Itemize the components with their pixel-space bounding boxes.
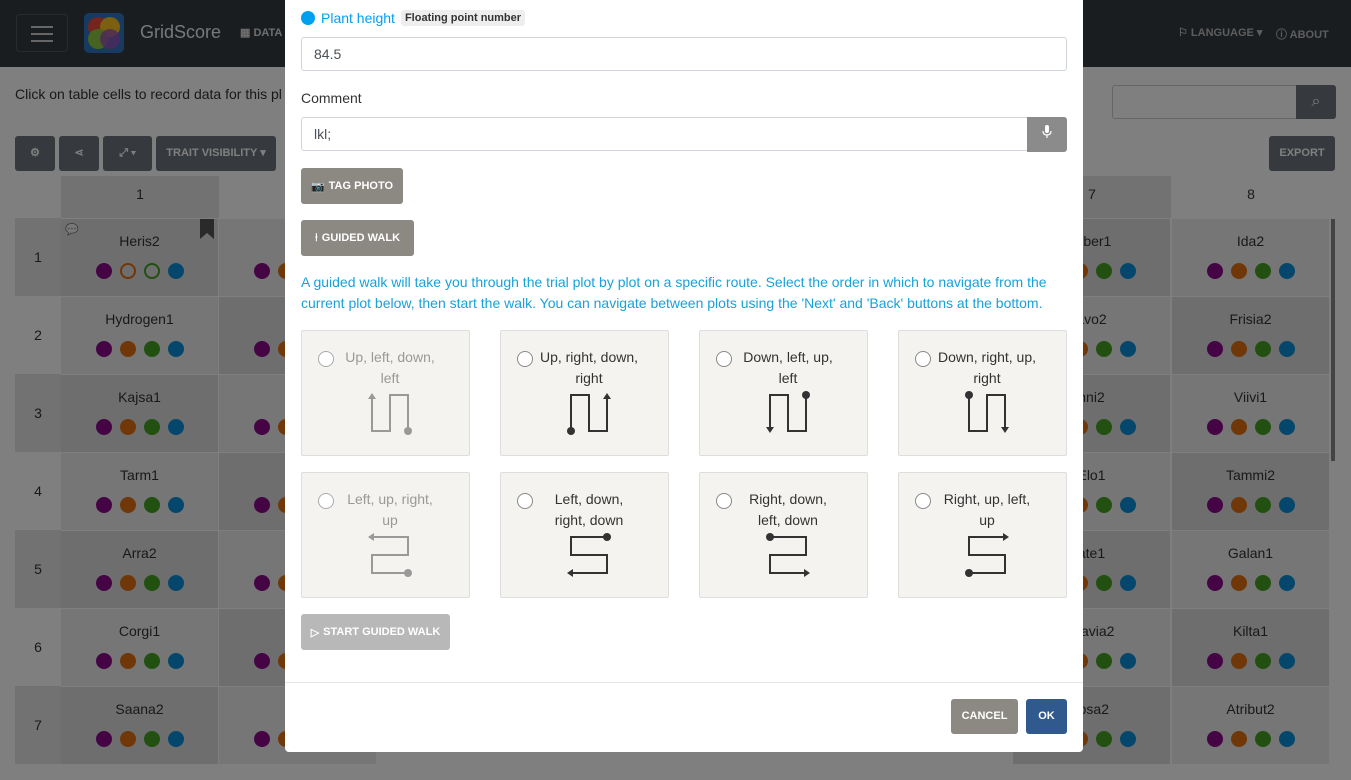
up-left-down-left-icon [368, 393, 412, 435]
data-entry-modal: Plant height Floating point number 84.5 … [285, 0, 1083, 752]
ok-button[interactable]: OK [1026, 699, 1067, 734]
walk-option-label: Up, left, down, left [345, 349, 435, 386]
walk-option-label: Down, left, up, left [743, 349, 833, 386]
down-right-up-right-icon [965, 391, 1009, 433]
walk-option-label: Left, up, right, up [347, 491, 433, 528]
walk-option-radio[interactable] [716, 493, 732, 509]
right-down-left-down-icon [766, 533, 810, 577]
up-right-down-right-icon [567, 393, 611, 435]
guided-walk-description: A guided walk will take you through the … [301, 274, 1047, 311]
start-guided-walk-button[interactable]: ▷ START GUIDED WALK [301, 614, 450, 650]
walk-option-radio[interactable] [716, 351, 732, 367]
walk-option-card[interactable]: Up, left, down, left [301, 330, 470, 456]
tag-photo-button[interactable]: 📷 TAG PHOTO [301, 168, 403, 204]
left-up-right-up-icon [368, 533, 412, 577]
microphone-button[interactable] [1027, 117, 1067, 152]
walk-option-radio[interactable] [915, 493, 931, 509]
modal-footer-divider [285, 682, 1083, 683]
walk-option-radio[interactable] [318, 351, 334, 367]
trait-value-input[interactable]: 84.5 [301, 37, 1067, 71]
walk-option-card[interactable]: Right, down, left, down [699, 472, 868, 598]
play-icon: ▷ [310, 626, 320, 639]
trait-color-dot [301, 11, 315, 25]
signpost-icon: ⍿ [314, 231, 318, 244]
microphone-icon [1042, 125, 1052, 138]
comment-input[interactable]: lkl; [301, 117, 1028, 151]
walk-option-label: Right, up, left, up [943, 491, 1031, 528]
walk-option-card[interactable]: Down, left, up, left [699, 330, 868, 456]
trait-name: Plant height [321, 10, 395, 26]
walk-option-radio[interactable] [517, 493, 533, 509]
walk-option-card[interactable]: Left, down, right, down [500, 472, 669, 598]
left-down-right-down-icon [567, 533, 611, 577]
walk-option-card[interactable]: Down, right, up, right [898, 330, 1067, 456]
walk-option-card[interactable]: Right, up, left, up [898, 472, 1067, 598]
guided-walk-button[interactable]: ⍿ GUIDED WALK [301, 220, 414, 256]
camera-icon: 📷 [310, 180, 325, 193]
walk-option-card[interactable]: Up, right, down, right [500, 330, 669, 456]
walk-option-label: Down, right, up, right [937, 349, 1037, 386]
walk-option-label: Up, right, down, right [539, 349, 639, 386]
walk-option-card[interactable]: Left, up, right, up [301, 472, 470, 598]
cancel-button[interactable]: CANCEL [951, 699, 1018, 734]
trait-type-badge: Floating point number [400, 10, 526, 26]
walk-option-radio[interactable] [318, 493, 334, 509]
down-left-up-left-icon [766, 391, 810, 433]
walk-option-label: Right, down, left, down [749, 491, 827, 528]
right-up-left-up-icon [965, 533, 1009, 577]
comment-label: Comment [301, 90, 362, 106]
walk-option-radio[interactable] [915, 351, 931, 367]
trait-header: Plant height Floating point number [301, 10, 526, 26]
walk-option-radio[interactable] [517, 351, 533, 367]
walk-option-label: Left, down, right, down [554, 491, 624, 528]
